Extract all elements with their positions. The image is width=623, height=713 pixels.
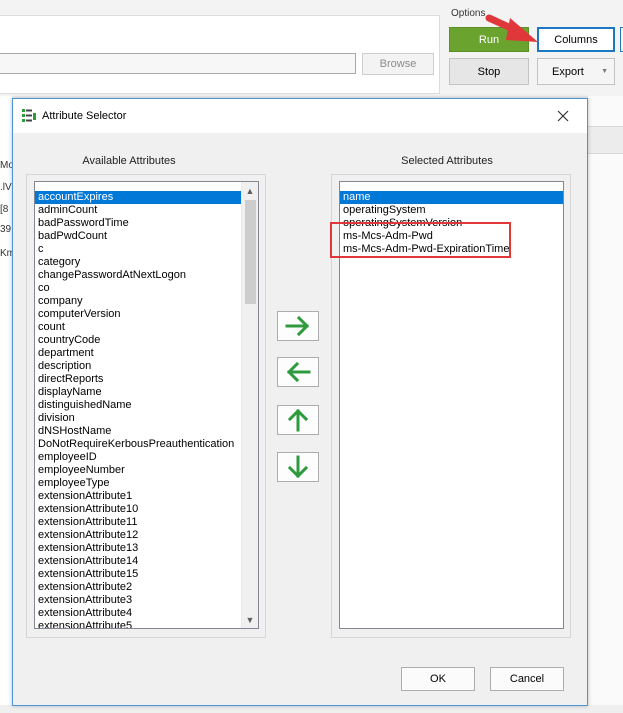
available-attribute-item[interactable]: badPwdCount <box>35 230 242 243</box>
grid-fragment: [8 <box>0 204 9 215</box>
available-attribute-item[interactable]: extensionAttribute2 <box>35 581 242 594</box>
available-attribute-item[interactable]: company <box>35 295 242 308</box>
close-button[interactable] <box>553 107 573 125</box>
arrow-left-icon <box>286 361 311 383</box>
available-attributes-label: Available Attributes <box>82 155 176 167</box>
available-attribute-item[interactable]: extensionAttribute3 <box>35 594 242 607</box>
results-grid-right <box>588 96 623 713</box>
dialog-title: Attribute Selector <box>42 110 127 122</box>
arrow-right-icon <box>285 315 310 337</box>
available-attribute-item[interactable]: employeeType <box>35 477 242 490</box>
available-attribute-item[interactable]: extensionAttribute10 <box>35 503 242 516</box>
available-attribute-item[interactable]: category <box>35 256 242 269</box>
export-label: Export <box>552 65 584 78</box>
results-grid-left: Mo .lV [8 39 Km <box>0 96 15 713</box>
selected-attribute-item[interactable]: ms-Mcs-Adm-Pwd-ExpirationTime <box>340 243 563 256</box>
columns-button[interactable]: Columns <box>537 27 615 52</box>
export-button[interactable]: Export ▼ <box>537 58 615 85</box>
selected-attribute-item[interactable]: operatingSystemVersion <box>340 217 563 230</box>
scroll-down-icon[interactable]: ▼ <box>242 611 258 628</box>
selected-attribute-item[interactable]: operatingSystem <box>340 204 563 217</box>
available-attribute-item[interactable]: division <box>35 412 242 425</box>
available-attribute-item[interactable]: department <box>35 347 242 360</box>
available-attributes-panel: accountExpires adminCount badPasswordTime b… <box>26 174 266 638</box>
available-attribute-item[interactable]: extensionAttribute13 <box>35 542 242 555</box>
run-button[interactable]: Run <box>449 27 529 52</box>
add-attribute-button[interactable] <box>277 311 319 341</box>
browse-button[interactable]: Browse <box>362 53 434 75</box>
move-up-button[interactable] <box>277 405 319 435</box>
options-group-label: Options <box>451 8 486 19</box>
available-attribute-item[interactable]: changePasswordAtNextLogon <box>35 269 242 282</box>
arrow-up-icon <box>287 408 309 432</box>
available-attribute-item[interactable]: DoNotRequireKerbousPreauthentication <box>35 438 242 451</box>
dialog-titlebar[interactable]: Attribute Selector <box>13 99 587 133</box>
selected-attributes-panel: name operatingSystem operatingSystemVersio… <box>331 174 571 638</box>
available-attribute-item[interactable]: computerVersion <box>35 308 242 321</box>
available-attribute-item[interactable]: extensionAttribute5 <box>35 620 242 628</box>
available-attribute-item[interactable]: employeeNumber <box>35 464 242 477</box>
attribute-list-icon <box>22 109 36 122</box>
available-attribute-item[interactable]: extensionAttribute12 <box>35 529 242 542</box>
ok-button[interactable]: OK <box>401 667 475 691</box>
available-attribute-item[interactable]: badPasswordTime <box>35 217 242 230</box>
available-attribute-item[interactable]: countryCode <box>35 334 242 347</box>
available-attribute-item[interactable]: extensionAttribute15 <box>35 568 242 581</box>
status-strip <box>0 705 623 713</box>
selected-attributes-label: Selected Attributes <box>401 155 493 167</box>
available-attribute-item[interactable]: extensionAttribute1 <box>35 490 242 503</box>
available-attribute-item[interactable]: adminCount <box>35 204 242 217</box>
available-attribute-item[interactable]: count <box>35 321 242 334</box>
available-attributes-list[interactable]: accountExpires adminCount badPasswordTime b… <box>34 181 259 629</box>
available-attribute-item[interactable]: directReports <box>35 373 242 386</box>
available-attribute-item[interactable]: description <box>35 360 242 373</box>
selected-attribute-item[interactable]: ms-Mcs-Adm-Pwd <box>340 230 563 243</box>
available-attribute-item[interactable]: employeeID <box>35 451 242 464</box>
selected-attributes-list[interactable]: name operatingSystem operatingSystemVersio… <box>339 181 564 629</box>
grid-header <box>588 126 623 154</box>
move-down-button[interactable] <box>277 452 319 482</box>
scroll-up-icon[interactable]: ▲ <box>242 182 258 199</box>
available-attribute-item[interactable]: dNSHostName <box>35 425 242 438</box>
available-attribute-item[interactable]: accountExpires <box>35 191 242 204</box>
available-attribute-item[interactable]: displayName <box>35 386 242 399</box>
grid-fragment: .lV <box>0 182 12 193</box>
path-input[interactable] <box>0 53 356 74</box>
available-list-scrollbar[interactable]: ▲ ▼ <box>241 182 258 628</box>
stop-button[interactable]: Stop <box>449 58 529 85</box>
available-attribute-item[interactable]: co <box>35 282 242 295</box>
grid-fragment: 39 <box>0 224 12 235</box>
available-attribute-item[interactable]: c <box>35 243 242 256</box>
available-attribute-item[interactable]: extensionAttribute14 <box>35 555 242 568</box>
dropdown-caret-icon: ▼ <box>601 68 608 75</box>
remove-attribute-button[interactable] <box>277 357 319 387</box>
attribute-selector-dialog: Attribute Selector Available Attributes … <box>12 98 588 706</box>
cancel-button[interactable]: Cancel <box>490 667 564 691</box>
close-icon <box>557 110 569 122</box>
available-attribute-item[interactable]: extensionAttribute4 <box>35 607 242 620</box>
selected-attribute-item[interactable]: name <box>340 191 563 204</box>
arrow-down-icon <box>287 455 309 479</box>
available-attribute-item[interactable]: extensionAttribute11 <box>35 516 242 529</box>
scrollbar-thumb[interactable] <box>245 200 256 304</box>
available-attribute-item[interactable]: distinguishedName <box>35 399 242 412</box>
